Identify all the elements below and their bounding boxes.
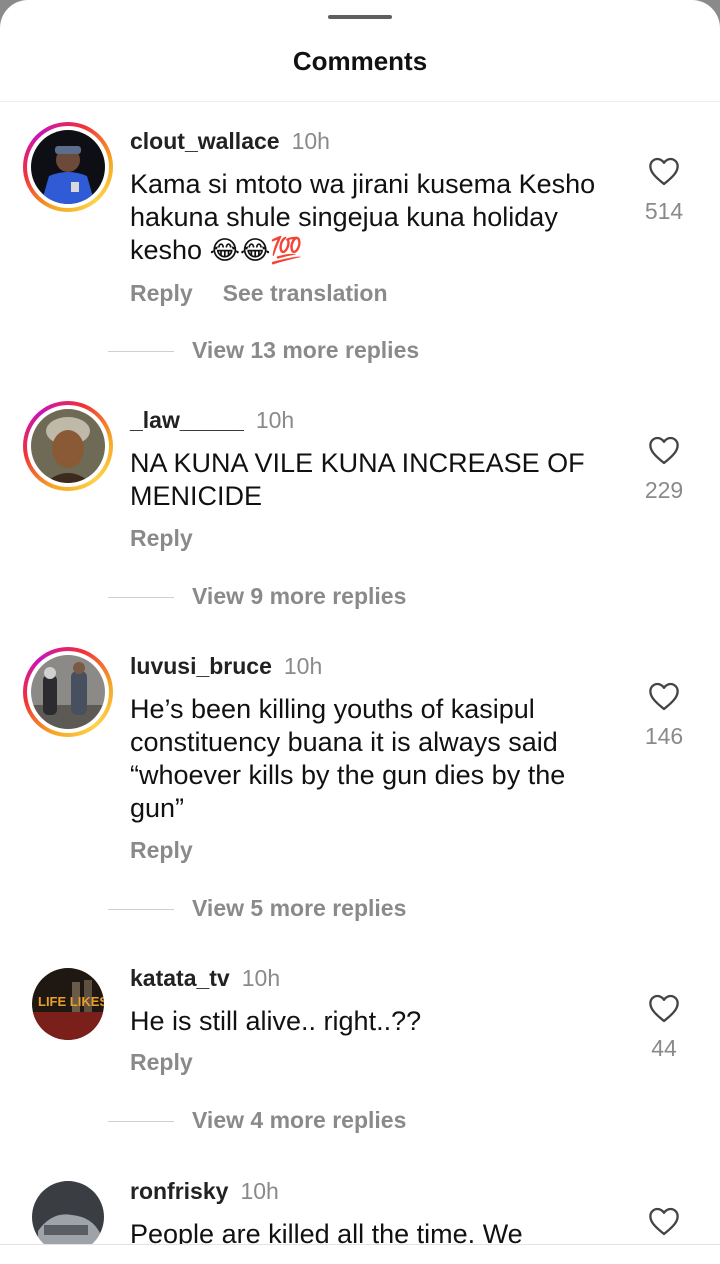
comment-meta: katata_tv 10h: [130, 965, 280, 992]
heart-icon[interactable]: [647, 156, 681, 186]
comment-text: Kama si mtoto wa jirani kusema Kesho hak…: [130, 168, 600, 268]
reply-button[interactable]: Reply: [130, 837, 193, 864]
avatar: [31, 655, 105, 729]
view-replies-label: View 4 more replies: [192, 1107, 407, 1133]
comment-meta: ronfrisky 10h: [130, 1178, 279, 1205]
like-control: 514: [636, 156, 692, 225]
see-translation-button[interactable]: See translation: [223, 280, 388, 307]
username[interactable]: ronfrisky: [130, 1178, 228, 1204]
timestamp: 10h: [255, 407, 295, 433]
replies-divider: [108, 597, 174, 599]
heart-icon[interactable]: [647, 681, 681, 711]
reply-button[interactable]: Reply: [130, 525, 193, 552]
like-count: 44: [651, 1035, 677, 1061]
username[interactable]: luvusi_bruce: [130, 653, 272, 679]
page-title: Comments: [292, 46, 428, 76]
like-control: 146: [636, 681, 692, 750]
comment-text: He is still alive.. right..??: [130, 1006, 422, 1036]
comment-actions: Reply: [130, 837, 223, 864]
timestamp: 10h: [240, 1178, 279, 1204]
timestamp: 10h: [241, 965, 281, 991]
username[interactable]: clout_wallace: [130, 128, 280, 154]
reply-button[interactable]: Reply: [130, 1049, 193, 1076]
like-control: 229: [636, 435, 692, 504]
reply-button[interactable]: Reply: [130, 280, 193, 307]
heart-icon[interactable]: [647, 1206, 681, 1236]
story-ring[interactable]: [23, 122, 113, 212]
view-replies-button[interactable]: View 4 more replies: [108, 1107, 668, 1134]
avatar-logo-text: LIFE LIKES: [38, 994, 104, 1009]
comments-sheet: Comments clout_wallace 10h Kama si mtoto …: [0, 0, 720, 1264]
avatar: [32, 1181, 104, 1253]
avatar-container[interactable]: LIFE LIKES: [23, 959, 113, 1049]
comment-emoji: 😂😂💯: [209, 236, 303, 266]
comment-actions: Reply See translation: [130, 280, 418, 307]
avatar: LIFE LIKES: [32, 968, 104, 1040]
heart-icon[interactable]: [647, 435, 681, 465]
like-count: 514: [644, 198, 684, 224]
like-count: 146: [644, 723, 684, 749]
like-control: [636, 1206, 692, 1236]
bottom-bar: [0, 1244, 720, 1264]
view-replies-button[interactable]: View 9 more replies: [108, 583, 668, 610]
comment-actions: Reply: [130, 1049, 223, 1076]
replies-divider: [108, 909, 174, 911]
avatar: [31, 130, 105, 204]
replies-divider: [108, 1121, 174, 1123]
story-ring[interactable]: [23, 401, 113, 491]
view-replies-label: View 5 more replies: [192, 895, 407, 921]
header-divider: [0, 101, 720, 102]
comment-meta: _law_____ 10h: [130, 407, 294, 434]
timestamp: 10h: [291, 128, 330, 154]
comment-meta: luvusi_bruce 10h: [130, 653, 322, 680]
timestamp: 10h: [283, 653, 323, 679]
view-replies-button[interactable]: View 5 more replies: [108, 895, 668, 922]
comment-actions: Reply: [130, 525, 223, 552]
story-ring[interactable]: [23, 647, 113, 737]
replies-divider: [108, 351, 174, 353]
username[interactable]: _law_____: [130, 407, 244, 433]
view-replies-label: View 13 more replies: [192, 337, 420, 363]
comment-body: Kama si mtoto wa jirani kusema Kesho hak…: [130, 169, 596, 265]
comment-text: NA KUNA VILE KUNA INCREASE OF MENICIDE: [130, 448, 585, 511]
avatar: [31, 409, 105, 483]
view-replies-label: View 9 more replies: [192, 583, 407, 609]
comment-text: He’s been killing youths of kasipul cons…: [130, 694, 566, 823]
view-replies-button[interactable]: View 13 more replies: [108, 337, 668, 364]
like-control: 44: [636, 993, 692, 1062]
drag-handle[interactable]: [328, 15, 392, 19]
comment-meta: clout_wallace 10h: [130, 128, 330, 155]
heart-icon[interactable]: [647, 993, 681, 1023]
like-count: 229: [644, 477, 684, 503]
username[interactable]: katata_tv: [130, 965, 230, 991]
